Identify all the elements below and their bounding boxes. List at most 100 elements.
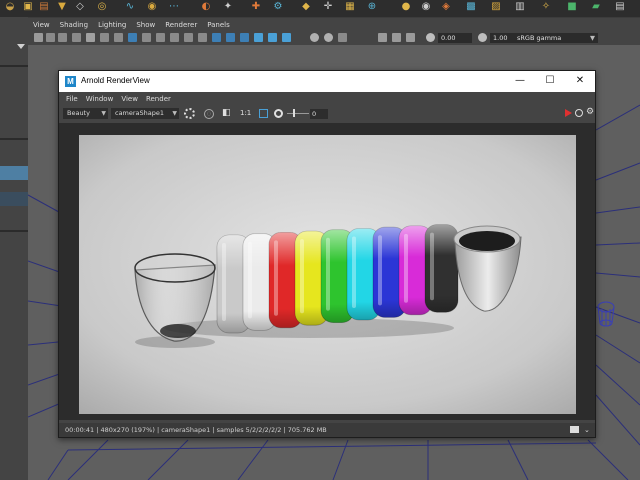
shader-ball-icon[interactable]: ●	[400, 1, 412, 13]
render-tool-icon[interactable]: ✚	[250, 1, 262, 13]
menu-render[interactable]: Render	[142, 95, 175, 103]
layer-selected-row[interactable]	[0, 166, 28, 180]
ratio-label[interactable]: 1:1	[240, 109, 251, 117]
camera-attributes-icon[interactable]	[46, 33, 55, 42]
camera-dropdown[interactable]: cameraShape1 ▼	[111, 108, 179, 119]
gate-mask-icon[interactable]	[378, 33, 387, 42]
exposure-icon[interactable]	[426, 33, 435, 42]
fx-tool-icon[interactable]: ▩	[465, 1, 477, 13]
chevron-down-icon: ▼	[101, 110, 106, 117]
xray-joints-icon[interactable]	[226, 33, 235, 42]
rendered-image	[79, 135, 576, 414]
color-space-dropdown[interactable]: sRGB gamma ▼	[514, 33, 598, 43]
wireframe-icon[interactable]	[128, 33, 137, 42]
hud-icon[interactable]	[338, 33, 347, 42]
resolution-gate-icon[interactable]	[114, 33, 123, 42]
ipr-tool-icon[interactable]: ⚙	[272, 1, 284, 13]
xray-components-icon[interactable]	[240, 33, 249, 42]
bookmark-icon[interactable]	[58, 33, 67, 42]
left-tool-strip	[0, 17, 28, 480]
aov-dropdown[interactable]: Beauty ▼	[63, 108, 108, 119]
nurbs-tool-icon[interactable]: ◉	[146, 1, 158, 13]
render-status-bar: 00:00:41 | 480x270 (197%) | cameraShape1…	[59, 423, 595, 437]
maya-logo-icon: M	[65, 76, 76, 87]
anti-aliasing-icon[interactable]	[282, 33, 291, 42]
grid-icon[interactable]	[86, 33, 95, 42]
torus-tool-icon[interactable]: ◎	[96, 1, 108, 13]
divider	[0, 65, 28, 67]
arnold-renderview-window[interactable]: M Arnold RenderView — ☐ ✕ File Window Vi…	[58, 70, 596, 438]
refresh-icon[interactable]	[575, 109, 583, 117]
deformer-tool-icon[interactable]: ⋯	[168, 1, 180, 13]
tool-row[interactable]	[0, 43, 28, 51]
divider	[0, 138, 28, 140]
textured-icon[interactable]	[170, 33, 179, 42]
snap-tool-icon[interactable]: ⊕	[366, 1, 378, 13]
curve-tool-icon[interactable]: ∿	[124, 1, 136, 13]
plane-tool-icon[interactable]: ◇	[74, 1, 86, 13]
menu-renderer[interactable]: Renderer	[160, 21, 202, 29]
menu-file[interactable]: File	[62, 95, 82, 103]
settings-gear-icon[interactable]: ⚙	[586, 107, 594, 117]
render-settings-icon[interactable]	[184, 108, 195, 119]
menu-lighting[interactable]: Lighting	[93, 21, 131, 29]
menu-show[interactable]: Show	[131, 21, 160, 29]
stop-render-icon[interactable]: ◌	[204, 109, 214, 119]
exposure-slider[interactable]	[287, 109, 309, 117]
exposure-field[interactable]: 0.00	[438, 33, 472, 43]
isolate-select-icon[interactable]	[310, 33, 319, 42]
cylinder-tool-icon[interactable]: ▤	[38, 1, 50, 13]
gamma-icon[interactable]	[478, 33, 487, 42]
ambient-occlusion-icon[interactable]	[254, 33, 263, 42]
xray-icon[interactable]	[212, 33, 221, 42]
fluid-icon[interactable]: ▨	[490, 1, 502, 13]
close-button[interactable]: ✕	[565, 72, 595, 90]
menu-view[interactable]: View	[117, 95, 142, 103]
render-canvas[interactable]	[59, 123, 595, 420]
menu-shading[interactable]: Shading	[55, 21, 93, 29]
camera-tool-icon[interactable]: ✦	[222, 1, 234, 13]
menu-view[interactable]: View	[28, 21, 55, 29]
material-tool-icon[interactable]: ◆	[300, 1, 312, 13]
fit-frame-icon[interactable]	[259, 109, 268, 118]
shelf-options-icon[interactable]: ▤	[614, 1, 626, 13]
menu-window[interactable]: Window	[82, 95, 118, 103]
hypershade-icon[interactable]: ▦	[344, 1, 356, 13]
light-bulb-icon[interactable]: ◉	[420, 1, 432, 13]
sphere-tool-icon[interactable]: ◒	[4, 1, 16, 13]
color-space-value: sRGB gamma	[517, 34, 562, 42]
motion-blur-icon[interactable]	[268, 33, 277, 42]
slider-handle[interactable]	[293, 109, 295, 117]
render-play-icon[interactable]	[565, 109, 572, 117]
particle-icon[interactable]: ✧	[540, 1, 552, 13]
minimize-button[interactable]: —	[505, 72, 535, 90]
wireframe-on-shaded-icon[interactable]	[156, 33, 165, 42]
film-gate-icon[interactable]	[100, 33, 109, 42]
cone-tool-icon[interactable]: ▼	[56, 1, 68, 13]
snapshot-icon[interactable]: ◧	[222, 108, 231, 118]
maximize-button[interactable]: ☐	[535, 72, 565, 90]
image-plane-icon[interactable]	[72, 33, 81, 42]
depth-of-field-icon[interactable]	[324, 33, 333, 42]
smooth-shade-icon[interactable]	[142, 33, 151, 42]
volume-icon[interactable]: ◈	[440, 1, 452, 13]
exposure-value-field[interactable]: 0	[310, 109, 328, 119]
exposure-icon[interactable]	[274, 109, 283, 118]
use-all-lights-icon[interactable]	[184, 33, 193, 42]
dropdown-arrow-icon	[17, 44, 25, 49]
window-titlebar[interactable]: M Arnold RenderView — ☐ ✕	[59, 71, 595, 92]
shadows-icon[interactable]	[198, 33, 207, 42]
layer-row[interactable]	[0, 192, 28, 206]
menu-panels[interactable]: Panels	[202, 21, 235, 29]
cube-tool-icon[interactable]: ▣	[22, 1, 34, 13]
select-camera-icon[interactable]	[34, 33, 43, 42]
snapshot-button-icon[interactable]	[570, 426, 579, 433]
chevron-down-icon[interactable]: ⌄	[584, 423, 590, 437]
attribute-tool-icon[interactable]: ✛	[322, 1, 334, 13]
safe-action-icon[interactable]	[406, 33, 415, 42]
light-tool-icon[interactable]: ◐	[200, 1, 212, 13]
mel-icon[interactable]: ▰	[590, 1, 602, 13]
script-icon[interactable]: ■	[566, 1, 578, 13]
hair-icon[interactable]: ▥	[514, 1, 526, 13]
field-chart-icon[interactable]	[392, 33, 401, 42]
